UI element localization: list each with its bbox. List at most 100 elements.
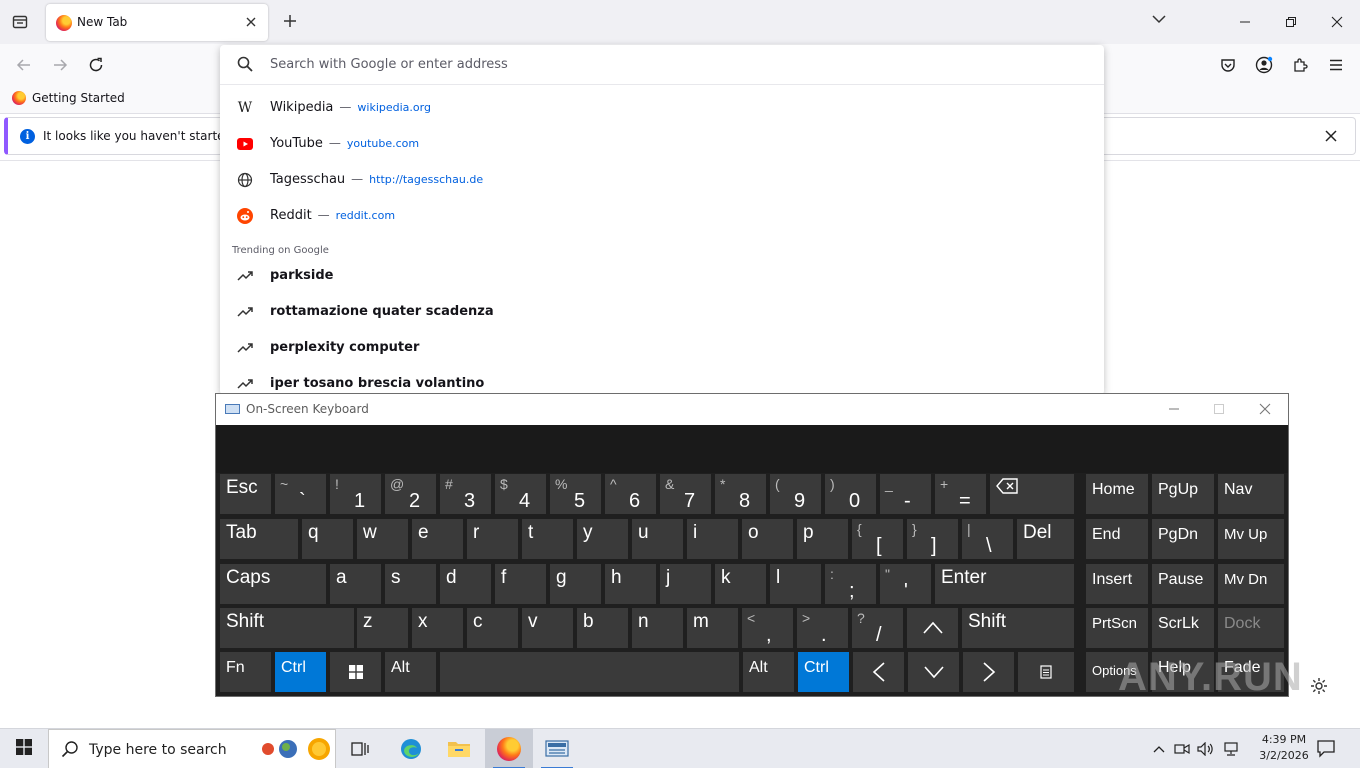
trending-item[interactable]: parkside [220, 258, 1104, 294]
key-i[interactable]: i [687, 519, 738, 559]
key-o[interactable]: o [742, 519, 793, 559]
key-windows[interactable] [330, 652, 381, 692]
key-pgup[interactable]: PgUp [1152, 474, 1214, 514]
trending-item[interactable]: iper tosano brescia volantino [220, 366, 1104, 395]
key-s[interactable]: s [385, 564, 436, 604]
key-scrlk[interactable]: ScrLk [1152, 608, 1214, 648]
key-u[interactable]: u [632, 519, 683, 559]
close-notification-icon[interactable] [1321, 126, 1341, 146]
close-icon[interactable] [1245, 398, 1285, 420]
key-x[interactable]: x [412, 608, 463, 648]
start-button[interactable] [0, 729, 48, 768]
key-l[interactable]: l [770, 564, 821, 604]
notifications-icon[interactable] [1316, 738, 1338, 760]
key-pgdn[interactable]: PgDn [1152, 519, 1214, 559]
bookmark-getting-started[interactable]: Getting Started [12, 91, 125, 105]
on-screen-keyboard-taskbar-icon[interactable] [533, 729, 581, 768]
minimize-icon[interactable] [1235, 12, 1255, 32]
show-hidden-icons-icon[interactable] [1149, 739, 1169, 759]
trending-item[interactable]: rottamazione quater scadenza [220, 294, 1104, 330]
pocket-icon[interactable] [1217, 54, 1239, 76]
key-close-bracket[interactable]: }] [907, 519, 958, 559]
back-arrow-icon[interactable] [13, 54, 35, 76]
key-alt-left[interactable]: Alt [385, 652, 436, 692]
key-q[interactable]: q [302, 519, 353, 559]
key-6[interactable]: ^ 6 [605, 474, 656, 514]
key-prtscn[interactable]: PrtScn [1086, 608, 1148, 648]
key-insert[interactable]: Insert [1086, 564, 1148, 604]
key-arrow-left[interactable] [853, 652, 904, 692]
account-icon[interactable] [1253, 54, 1275, 76]
key-h[interactable]: h [605, 564, 656, 604]
suggestion-youtube[interactable]: YouTube — youtube.com [220, 126, 1104, 162]
close-window-icon[interactable] [1327, 12, 1347, 32]
key-backspace[interactable] [990, 474, 1074, 514]
osk-titlebar[interactable]: On-Screen Keyboard [216, 394, 1288, 425]
key-esc[interactable]: Esc [220, 474, 271, 514]
system-clock[interactable]: 4:39 PM 3/2/2026 [1246, 732, 1322, 764]
key-ctrl-right[interactable]: Ctrl [798, 652, 849, 692]
key-z[interactable]: z [357, 608, 408, 648]
key-g[interactable]: g [550, 564, 601, 604]
key-quote[interactable]: " ' [880, 564, 931, 604]
suggestion-wikipedia[interactable]: W Wikipedia — wikipedia.org [220, 90, 1104, 126]
settings-gear-icon[interactable] [1310, 677, 1328, 700]
key-3[interactable]: #3 [440, 474, 491, 514]
key-2[interactable]: @2 [385, 474, 436, 514]
key-j[interactable]: j [660, 564, 711, 604]
suggestion-tagesschau[interactable]: Tagesschau — http://tagesschau.de [220, 162, 1104, 198]
menu-icon[interactable] [1325, 54, 1347, 76]
forward-arrow-icon[interactable] [49, 54, 71, 76]
key-9[interactable]: (9 [770, 474, 821, 514]
key-8[interactable]: * 8 [715, 474, 766, 514]
network-icon[interactable] [1221, 739, 1241, 759]
key-c[interactable]: c [467, 608, 518, 648]
meet-now-icon[interactable] [1172, 739, 1192, 759]
key-enter[interactable]: Enter [935, 564, 1074, 604]
list-all-tabs-icon[interactable] [1152, 12, 1166, 28]
key-v[interactable]: v [522, 608, 573, 648]
key-mv-up[interactable]: Mv Up [1218, 519, 1284, 559]
new-tab-button[interactable] [280, 11, 300, 31]
key-home[interactable]: Home [1086, 474, 1148, 514]
key-mv-dn[interactable]: Mv Dn [1218, 564, 1284, 604]
key-shift-right[interactable]: Shift [962, 608, 1074, 648]
key-t[interactable]: t [522, 519, 573, 559]
key-del[interactable]: Del [1017, 519, 1074, 559]
key-caps[interactable]: Caps [220, 564, 326, 604]
key-m[interactable]: m [687, 608, 738, 648]
trending-item[interactable]: perplexity computer [220, 330, 1104, 366]
key-a[interactable]: a [330, 564, 381, 604]
key-ctrl-left[interactable]: Ctrl [275, 652, 326, 692]
key-equals[interactable]: + = [935, 474, 986, 514]
restore-icon[interactable] [1281, 12, 1301, 32]
key-space[interactable] [440, 652, 739, 692]
key-arrow-right[interactable] [963, 652, 1014, 692]
key-b[interactable]: b [577, 608, 628, 648]
volume-icon[interactable] [1196, 739, 1216, 759]
key-menu[interactable] [1018, 652, 1074, 692]
task-view-icon[interactable] [336, 729, 384, 768]
key-0[interactable]: ) 0 [825, 474, 876, 514]
key-n[interactable]: n [632, 608, 683, 648]
key-p[interactable]: p [797, 519, 848, 559]
firefox-taskbar-icon[interactable] [485, 729, 533, 768]
key-1[interactable]: ! 1 [330, 474, 381, 514]
key-7[interactable]: & 7 [660, 474, 711, 514]
key-e[interactable]: e [412, 519, 463, 559]
file-explorer-icon[interactable] [435, 729, 483, 768]
key-y[interactable]: y [577, 519, 628, 559]
edge-icon[interactable] [387, 729, 435, 768]
tab-new-tab[interactable]: New Tab [46, 4, 268, 41]
suggestion-reddit[interactable]: Reddit — reddit.com [220, 198, 1104, 234]
key-shift-left[interactable]: Shift [220, 608, 354, 648]
key-tab[interactable]: Tab [220, 519, 298, 559]
key-minus[interactable]: _ - [880, 474, 931, 514]
key-backtick[interactable]: ~ ` [275, 474, 326, 514]
key-open-bracket[interactable]: {[ [852, 519, 903, 559]
key-5[interactable]: % 5 [550, 474, 601, 514]
key-k[interactable]: k [715, 564, 766, 604]
key-end[interactable]: End [1086, 519, 1148, 559]
firefox-view-icon[interactable] [8, 10, 32, 34]
key-arrow-down[interactable] [908, 652, 959, 692]
